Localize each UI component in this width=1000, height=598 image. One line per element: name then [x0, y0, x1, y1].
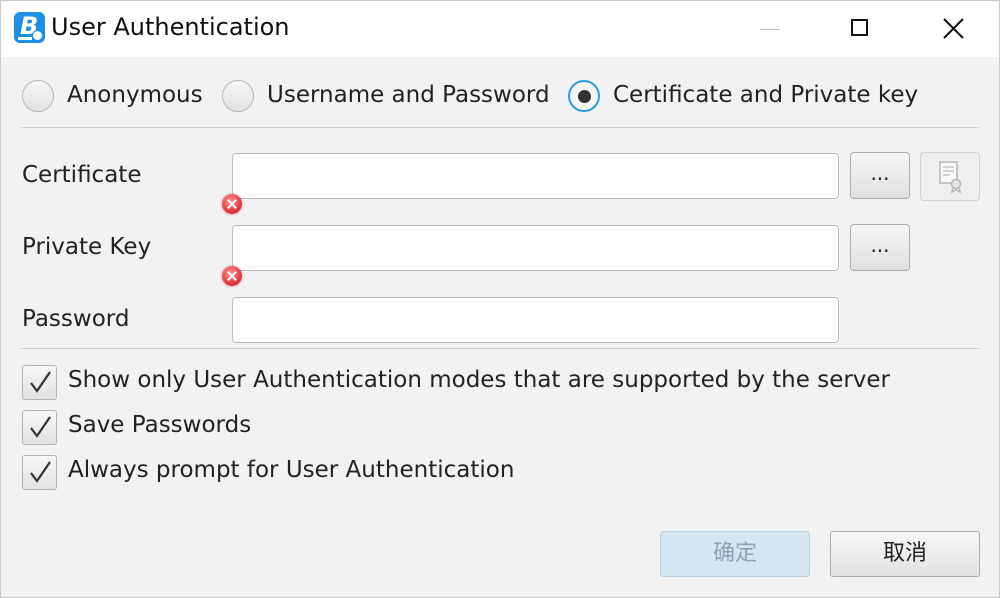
- close-button[interactable]: [923, 1, 983, 57]
- error-icon: [222, 266, 242, 286]
- checkmark-icon: [30, 371, 51, 393]
- checkbox-label: Save Passwords: [68, 412, 252, 438]
- checkbox-box[interactable]: [22, 365, 57, 400]
- radio-label: Anonymous: [67, 82, 203, 108]
- ok-button[interactable]: 确定: [660, 531, 810, 577]
- radio-circle[interactable]: [22, 80, 54, 112]
- checkbox-label: Show only User Authentication modes that…: [68, 367, 891, 393]
- private-key-label: Private Key: [22, 234, 152, 260]
- divider: [21, 127, 979, 128]
- divider: [21, 348, 979, 349]
- checkmark-icon: [30, 461, 51, 483]
- minimize-button[interactable]: [741, 1, 801, 57]
- checkmark-icon: [30, 416, 51, 438]
- minimize-icon: [760, 29, 780, 30]
- certificate-input[interactable]: [232, 153, 839, 199]
- password-input[interactable]: [232, 297, 839, 343]
- cancel-button[interactable]: 取消: [830, 531, 980, 577]
- private-key-input[interactable]: [232, 225, 839, 271]
- maximize-icon: [851, 19, 868, 36]
- radio-circle-selected[interactable]: [568, 80, 600, 112]
- error-icon: [222, 194, 242, 214]
- private-key-browse-button[interactable]: ...: [850, 224, 910, 271]
- user-authentication-dialog: B User Authentication Anonymous Username…: [0, 0, 1000, 598]
- checkbox-box[interactable]: [22, 455, 57, 490]
- maximize-button[interactable]: [831, 1, 891, 57]
- certificate-browse-button[interactable]: ...: [850, 152, 910, 199]
- certificate-icon: [939, 161, 962, 194]
- close-icon: [943, 18, 964, 39]
- checkbox-box[interactable]: [22, 410, 57, 445]
- view-certificate-button[interactable]: [920, 152, 980, 201]
- app-b-icon: B: [14, 12, 45, 43]
- certificate-label: Certificate: [22, 162, 142, 188]
- password-label: Password: [22, 306, 130, 332]
- title-bar: B User Authentication: [1, 1, 999, 57]
- checkbox-label: Always prompt for User Authentication: [68, 457, 515, 483]
- radio-circle[interactable]: [222, 80, 254, 112]
- radio-label: Username and Password: [267, 82, 550, 108]
- radio-label: Certificate and Private key: [613, 82, 919, 108]
- window-title: User Authentication: [51, 13, 290, 41]
